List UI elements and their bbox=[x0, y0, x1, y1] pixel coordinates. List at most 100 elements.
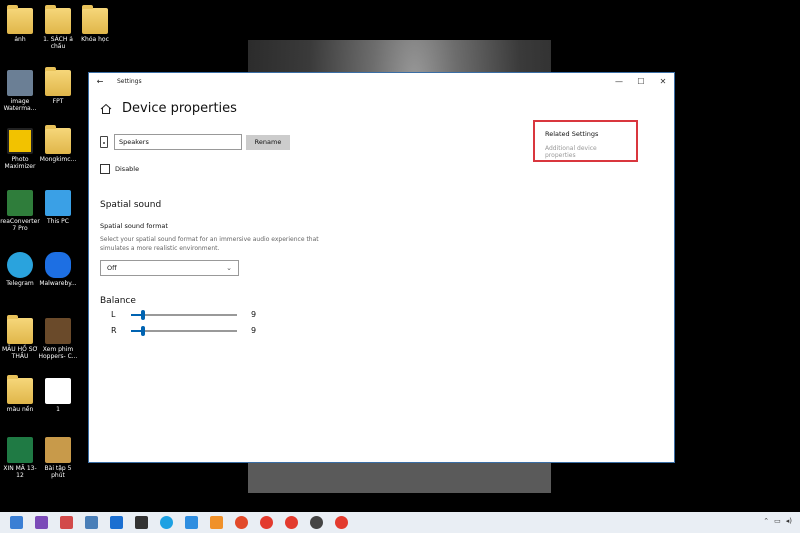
desktop-icon-label: image Waterma... bbox=[3, 98, 37, 112]
app-icon bbox=[7, 128, 33, 154]
disable-checkbox[interactable] bbox=[100, 164, 110, 174]
desktop-icon-label: 1. SÁCH ả chấu bbox=[43, 36, 73, 50]
desktop-icon-this-pc[interactable]: This PC bbox=[38, 190, 78, 225]
spatial-description: Select your spatial sound format for an … bbox=[100, 236, 319, 252]
app-icon[interactable] bbox=[110, 516, 123, 529]
disable-row[interactable]: Disable bbox=[100, 164, 139, 174]
back-arrow-icon[interactable]: ← bbox=[89, 77, 111, 86]
desktop-icon-label: Mongkimc... bbox=[39, 156, 77, 163]
rename-button[interactable]: Rename bbox=[246, 134, 290, 150]
app-icon[interactable] bbox=[60, 516, 73, 529]
balance-right-value: 9 bbox=[251, 326, 257, 335]
desktop-icon-anh[interactable]: ảnh bbox=[0, 5, 40, 43]
start-icon[interactable] bbox=[10, 516, 23, 529]
app-icon bbox=[7, 190, 33, 216]
desktop-icon-photo-maximizer[interactable]: Photo Maximizer bbox=[0, 128, 40, 170]
balance-left-value: 9 bbox=[251, 310, 257, 319]
folder-icon bbox=[45, 125, 71, 154]
volume-icon[interactable]: ◂) bbox=[786, 517, 792, 525]
desktop-icon-sach[interactable]: 1. SÁCH ả chấu bbox=[38, 5, 78, 50]
zalo-icon[interactable] bbox=[185, 516, 198, 529]
spatial-format-value: Off bbox=[107, 264, 117, 272]
desktop-icon-telegram[interactable]: Telegram bbox=[0, 252, 40, 287]
related-settings-title: Related Settings bbox=[545, 130, 599, 138]
desktop-icon-label: This PC bbox=[47, 218, 69, 225]
malwarebytes-icon bbox=[45, 252, 71, 278]
chrome-icon[interactable] bbox=[260, 516, 273, 529]
speaker-icon bbox=[100, 136, 108, 148]
desktop-icon-label: Bài tập 5 phút bbox=[44, 465, 72, 479]
chevron-down-icon: ⌄ bbox=[226, 264, 232, 272]
chrome-icon[interactable] bbox=[335, 516, 348, 529]
desktop-icon-mongkimc[interactable]: Mongkimc... bbox=[38, 125, 78, 163]
additional-device-properties-link[interactable]: Additional device properties bbox=[545, 145, 626, 159]
desktop-icon-xin-ma[interactable]: XIN MÃ 13-12 bbox=[0, 437, 40, 479]
capcut-icon[interactable] bbox=[135, 516, 148, 529]
desktop-icon-label: 1 bbox=[56, 406, 60, 413]
balance-left-slider[interactable] bbox=[131, 309, 237, 320]
balance-right-label: R bbox=[111, 326, 117, 335]
slider-fill bbox=[131, 313, 141, 316]
system-tray: ⌃ ▭ ◂) bbox=[763, 517, 792, 525]
chrome-icon[interactable] bbox=[285, 516, 298, 529]
balance-right-row: R 9 bbox=[111, 325, 257, 336]
desktop-icon-label: ảnh bbox=[14, 36, 26, 43]
close-icon[interactable]: ✕ bbox=[652, 77, 674, 86]
spatial-format-label: Spatial sound format bbox=[100, 222, 168, 230]
slider-thumb[interactable] bbox=[141, 309, 145, 320]
network-icon[interactable]: ▭ bbox=[774, 517, 781, 525]
computer-icon bbox=[45, 190, 71, 216]
maximize-icon[interactable]: ☐ bbox=[630, 77, 652, 86]
desktop-icon-label: reaConverter 7 Pro bbox=[0, 218, 40, 232]
app-icon[interactable] bbox=[235, 516, 248, 529]
desktop-icon-mau-ho-so[interactable]: MẪU HỒ SƠ THẦU bbox=[0, 315, 40, 360]
desktop-icon-reaconverter[interactable]: reaConverter 7 Pro bbox=[0, 190, 40, 232]
related-settings-box: Related Settings Additional device prope… bbox=[533, 120, 638, 162]
desktop-icon-label: Telegram bbox=[6, 280, 34, 287]
desktop-icon-bai-tap[interactable]: Bài tập 5 phút bbox=[38, 437, 78, 479]
window-title: Settings bbox=[117, 77, 142, 85]
app-icon[interactable] bbox=[210, 516, 223, 529]
slider-thumb[interactable] bbox=[141, 325, 145, 336]
desktop-icon-1[interactable]: 1 bbox=[38, 378, 78, 413]
desktop-icon-malwarebytes[interactable]: Malwareby... bbox=[38, 252, 78, 287]
skype-icon[interactable] bbox=[160, 516, 173, 529]
device-name-row: Rename bbox=[100, 134, 290, 150]
desktop-icon-label: Khóa học bbox=[81, 36, 109, 43]
settings-window: ← Settings — ☐ ✕ Device properties Renam… bbox=[88, 72, 675, 463]
device-name-input[interactable] bbox=[114, 134, 242, 150]
document-icon bbox=[45, 437, 71, 463]
balance-heading: Balance bbox=[100, 296, 136, 306]
desktop-icon-label: màu nền bbox=[6, 406, 34, 413]
balance-left-label: L bbox=[111, 310, 116, 319]
desktop-icon-label: Xem phim Hoppers- C... bbox=[38, 346, 78, 360]
desktop-icon-image-watermark[interactable]: image Waterma... bbox=[0, 70, 40, 112]
excel-icon bbox=[7, 437, 33, 463]
balance-left-row: L 9 bbox=[111, 309, 257, 320]
file-icon bbox=[45, 378, 71, 404]
page-header: Device properties bbox=[100, 101, 237, 116]
desktop-icon-label: MẪU HỒ SƠ THẦU bbox=[1, 346, 38, 360]
disable-label: Disable bbox=[115, 165, 140, 173]
home-icon[interactable] bbox=[100, 103, 112, 115]
taskbar: ⌃ ▭ ◂) bbox=[0, 512, 800, 533]
folder-icon bbox=[45, 67, 71, 96]
calculator-icon[interactable] bbox=[85, 516, 98, 529]
desktop-icon-label: FPT bbox=[52, 98, 64, 105]
chevron-up-icon[interactable]: ⌃ bbox=[763, 517, 769, 525]
wallpaper-bottom bbox=[248, 462, 551, 493]
desktop-icon-xem-phim[interactable]: Xem phim Hoppers- C... bbox=[38, 318, 78, 360]
folder-icon bbox=[7, 5, 33, 34]
spatial-format-select[interactable]: Off ⌄ bbox=[100, 260, 239, 276]
folder-icon bbox=[45, 5, 71, 34]
desktop-icon-khoa-hoc[interactable]: Khóa học bbox=[75, 5, 115, 43]
desktop-icon-fpt[interactable]: FPT bbox=[38, 67, 78, 105]
folder-icon bbox=[7, 375, 33, 404]
settings-gear-icon[interactable] bbox=[310, 516, 323, 529]
app-icon[interactable] bbox=[35, 516, 48, 529]
balance-right-slider[interactable] bbox=[131, 325, 237, 336]
folder-icon bbox=[7, 315, 33, 344]
desktop-icon-label: Photo Maximizer bbox=[4, 156, 36, 170]
desktop-icon-mau-nen[interactable]: màu nền bbox=[0, 375, 40, 413]
minimize-icon[interactable]: — bbox=[608, 77, 630, 86]
